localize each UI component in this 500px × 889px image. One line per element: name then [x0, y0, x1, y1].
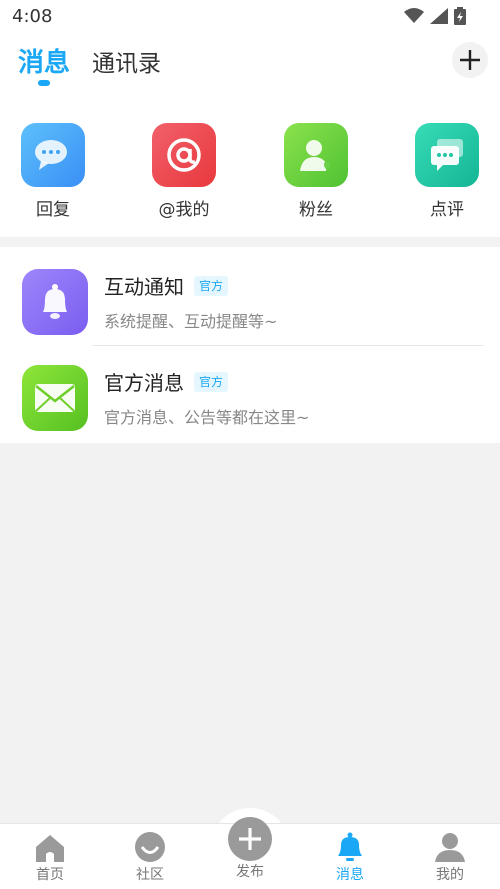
status-icons	[404, 7, 466, 25]
tab-contacts[interactable]: 通讯录	[92, 44, 161, 78]
bell-icon	[300, 830, 400, 862]
status-bar: 4:08	[0, 0, 500, 34]
message-list: 互动通知 官方 系统提醒、互动提醒等~ 官方消息 官方 官方消息、公告等都在这里…	[0, 247, 500, 443]
official-badge: 官方	[194, 372, 229, 392]
publish-button[interactable]	[228, 817, 272, 861]
comment-cards-icon	[415, 123, 479, 187]
nav-item-home[interactable]: 首页	[0, 830, 100, 884]
message-subtitle: 官方消息、公告等都在这里~	[104, 408, 310, 427]
nav-label: 社区	[136, 867, 164, 883]
quick-action-label: @我的	[158, 200, 210, 220]
add-button[interactable]	[452, 42, 488, 78]
message-title: 官方消息	[104, 371, 184, 395]
quick-action-fans[interactable]: 粉丝	[276, 123, 356, 220]
nav-item-messages[interactable]: 消息	[300, 830, 400, 884]
user-icon	[400, 830, 500, 862]
chat-bubble-icon	[21, 123, 85, 187]
envelope-icon	[22, 365, 88, 431]
battery-icon	[454, 7, 466, 25]
top-area: 4:08 消息 通讯录	[0, 0, 500, 97]
nav-label: 消息	[336, 867, 364, 883]
signal-icon	[430, 8, 448, 24]
quick-action-mentions[interactable]: @我的	[144, 123, 224, 220]
community-icon	[100, 830, 200, 862]
list-item-interaction-notice[interactable]: 互动通知 官方 系统提醒、互动提醒等~	[0, 247, 500, 346]
quick-action-reply[interactable]: 回复	[13, 123, 93, 220]
active-tab-indicator	[38, 80, 50, 86]
at-sign-icon	[152, 123, 216, 187]
tab-messages[interactable]: 消息	[18, 42, 70, 79]
quick-action-label: 回复	[36, 200, 70, 220]
wifi-icon	[404, 8, 424, 23]
quick-action-label: 粉丝	[299, 200, 333, 220]
plus-icon	[239, 828, 261, 850]
nav-item-community[interactable]: 社区	[100, 830, 200, 884]
quick-actions-panel: 回复 @我的 粉丝 点评	[0, 97, 500, 237]
message-subtitle: 系统提醒、互动提醒等~	[104, 312, 278, 331]
message-title: 互动通知	[104, 275, 184, 299]
home-icon	[0, 830, 100, 862]
nav-item-profile[interactable]: 我的	[400, 830, 500, 884]
quick-action-reviews[interactable]: 点评	[407, 123, 487, 220]
status-time: 4:08	[12, 6, 53, 27]
nav-label: 首页	[36, 867, 64, 883]
plus-icon	[460, 50, 480, 70]
list-item-official-message[interactable]: 官方消息 官方 官方消息、公告等都在这里~	[0, 343, 500, 438]
publish-label: 发布	[236, 864, 264, 880]
quick-action-label: 点评	[430, 200, 464, 220]
nav-label: 我的	[436, 867, 464, 883]
header: 消息 通讯录	[0, 34, 500, 97]
official-badge: 官方	[194, 276, 229, 296]
bell-icon	[22, 269, 88, 335]
fan-user-icon	[284, 123, 348, 187]
